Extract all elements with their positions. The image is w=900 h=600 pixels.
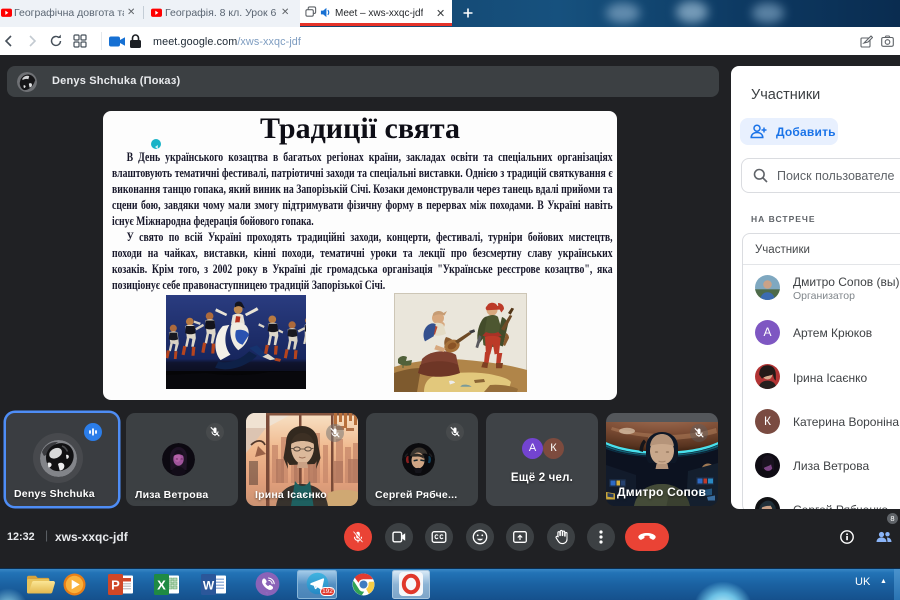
svg-text:W: W <box>203 579 215 593</box>
svg-text:P: P <box>111 578 120 593</box>
svg-text:X: X <box>157 578 166 593</box>
